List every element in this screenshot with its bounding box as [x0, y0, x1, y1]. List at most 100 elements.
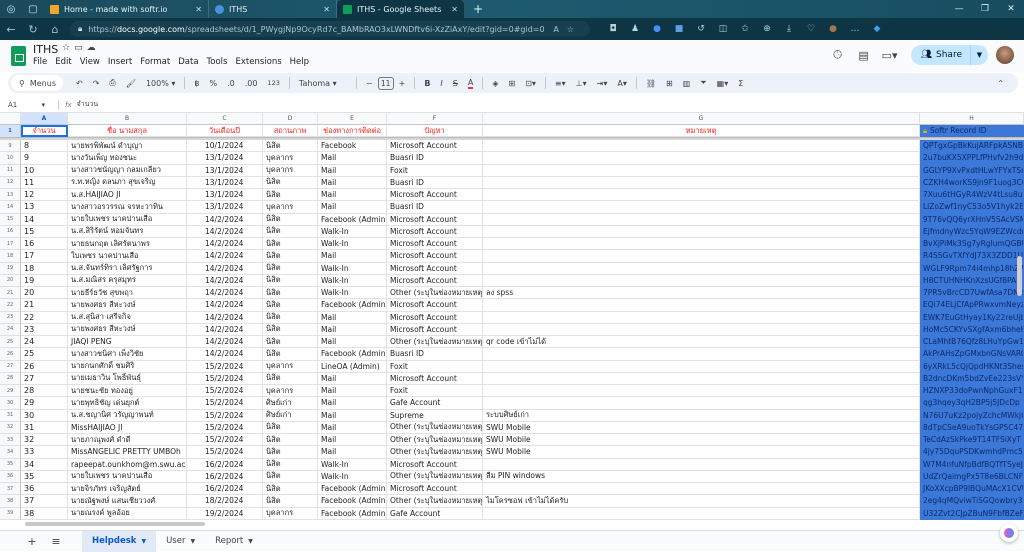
cell-problem[interactable]: Other (ระบุในช่องหมายเหตุ) — [387, 470, 483, 483]
cell-name[interactable]: น.ส.HAIJIAO JI — [68, 189, 187, 202]
header-cell-name[interactable]: ชื่อ นามสกุล — [68, 125, 187, 138]
cell-count[interactable]: 25 — [21, 348, 68, 361]
cell-softr-id[interactable]: GGLYP9XvPxdtHLwYFYxTSm — [920, 164, 1024, 177]
row-number[interactable]: 38 — [0, 495, 21, 508]
more-icon[interactable]: … — [844, 24, 866, 34]
borders-icon[interactable]: ⊞ — [509, 79, 516, 88]
cell-name[interactable]: rapeepat.ounkhom@m.swu.ac.th — [68, 458, 187, 471]
cell-date[interactable]: 19/2/2024 — [187, 507, 263, 520]
row-number[interactable]: 14 — [0, 201, 21, 214]
cell-problem[interactable]: Microsoft Account — [387, 323, 483, 336]
cell-date[interactable]: 15/2/2024 — [187, 397, 263, 410]
column-header-b[interactable]: B — [68, 113, 187, 125]
cell-channel[interactable]: Mail — [318, 409, 387, 422]
cell-channel[interactable]: Facebook — [318, 140, 387, 153]
cell-problem[interactable]: Microsoft Account — [387, 311, 483, 324]
cell-date[interactable]: 15/2/2024 — [187, 434, 263, 447]
bold-icon[interactable]: B — [424, 79, 430, 88]
menu-extensions[interactable]: Extensions — [235, 57, 281, 67]
column-header-c[interactable]: C — [187, 113, 263, 125]
cell-problem[interactable]: Foxit — [387, 360, 483, 373]
cell-note[interactable]: qr code เข้าไม่ได้ — [483, 336, 920, 349]
cell-problem[interactable]: Gafe Account — [387, 507, 483, 520]
cell-status[interactable]: บุคลากร — [263, 201, 318, 214]
header-cell-note[interactable]: หมายเหตุ — [483, 125, 920, 138]
cell-name[interactable]: นายณัฐพงษ์ แสนเชียววงศ์ — [68, 495, 187, 508]
row-number[interactable]: 19 — [0, 262, 21, 275]
cell-channel[interactable]: Walk-In — [318, 470, 387, 483]
cell-date[interactable]: 15/2/2024 — [187, 421, 263, 434]
cell-problem[interactable]: Microsoft Account — [387, 140, 483, 153]
cell-channel[interactable]: Mail — [318, 434, 387, 447]
cell-channel[interactable]: Mail — [318, 323, 387, 336]
cell-name[interactable]: นายชนะชัย ทองอยู่ — [68, 385, 187, 398]
text-rotation-icon[interactable]: A▾ — [617, 79, 627, 88]
workspaces-icon[interactable]: ◎ — [0, 0, 22, 18]
move-folder-icon[interactable]: ▭ — [74, 43, 87, 53]
cell-count[interactable]: 34 — [21, 458, 68, 471]
cell-channel[interactable]: Mail — [318, 189, 387, 202]
cell-date[interactable]: 15/2/2024 — [187, 360, 263, 373]
row-number[interactable]: 24 — [0, 323, 21, 336]
cell-count[interactable]: 9 — [21, 152, 68, 165]
currency-format-button[interactable]: ฿ — [194, 79, 199, 88]
cell-channel[interactable]: Mail — [318, 446, 387, 459]
row-number[interactable]: 11 — [0, 164, 21, 177]
cell-name[interactable]: นายใบเพชร นาคปานเสือ — [68, 213, 187, 226]
row-number[interactable]: 31 — [0, 409, 21, 422]
cell-note[interactable] — [483, 225, 920, 238]
comments-icon[interactable]: ▤ — [853, 49, 875, 62]
cell-name[interactable]: นายพงศธร สีหะวงษ์ — [68, 323, 187, 336]
cell-problem[interactable]: Microsoft Account — [387, 372, 483, 385]
document-title[interactable]: ITHS — [33, 43, 58, 56]
cell-date[interactable]: 14/2/2024 — [187, 311, 263, 324]
cell-count[interactable]: 15 — [21, 225, 68, 238]
merge-cells-icon[interactable]: ⊡▾ — [525, 79, 536, 88]
cell-softr-id[interactable]: CZKH4worKS9jn9F1uog3CG — [920, 176, 1024, 189]
cell-name[interactable]: ร.ท.หญิง ดลนภา สุขเจริญ — [68, 176, 187, 189]
cell-note[interactable] — [483, 397, 920, 410]
cell-softr-id[interactable]: 6yXRkL5cQjQpdHKNt3Shes — [920, 360, 1024, 373]
cell-note[interactable]: ระบบศิษย์เก่า — [483, 409, 920, 422]
cell-date[interactable]: 13/1/2024 — [187, 189, 263, 202]
cell-status[interactable]: นิสิต — [263, 140, 318, 153]
cell-problem[interactable]: Microsoft Account — [387, 213, 483, 226]
cell-note[interactable] — [483, 360, 920, 373]
collapse-toolbar-icon[interactable]: ⌃ — [997, 79, 1004, 88]
cell-date[interactable]: 14/2/2024 — [187, 250, 263, 263]
profile-avatar[interactable]: ● — [822, 24, 844, 34]
cell-status[interactable]: นิสิต — [263, 238, 318, 251]
cell-softr-id[interactable]: B2dncDKm5bdZvEe223sVYz — [920, 372, 1024, 385]
cell-status[interactable]: นิสิต — [263, 446, 318, 459]
cell-softr-id[interactable]: R4SSGvTXfYdJ73X3ZDD1Uv — [920, 250, 1024, 263]
cell-problem[interactable]: Foxit — [387, 164, 483, 177]
cell-note[interactable] — [483, 140, 920, 153]
cell-note[interactable] — [483, 311, 920, 324]
cell-channel[interactable]: Mail — [318, 201, 387, 214]
cell-channel[interactable]: Walk-In — [318, 225, 387, 238]
cell-problem[interactable]: Other (ระบุในช่องหมายเหตุ) — [387, 336, 483, 349]
copilot-icon[interactable]: ◆ — [866, 24, 888, 34]
cell-softr-id[interactable]: AkPrAHsZpGMxbnGNsVARCD — [920, 348, 1024, 361]
cell-note[interactable] — [483, 201, 920, 214]
spreadsheet-grid[interactable]: A B C D E F G H 1 จำนวน ชื่อ นามสกุล วัน… — [0, 113, 1024, 522]
cell-problem[interactable]: Microsoft Account — [387, 189, 483, 202]
paint-format-icon[interactable]: 🖌︎ — [126, 79, 136, 88]
cell-count[interactable]: 21 — [21, 299, 68, 312]
cell-count[interactable]: 28 — [21, 385, 68, 398]
row-number[interactable]: 12 — [0, 176, 21, 189]
row-number[interactable]: 27 — [0, 360, 21, 373]
cell-date[interactable]: 13/1/2024 — [187, 201, 263, 214]
cell-count[interactable]: 16 — [21, 238, 68, 251]
cell-problem[interactable]: Microsoft Account — [387, 262, 483, 275]
cell-status[interactable]: นิสิต — [263, 189, 318, 202]
cell-channel[interactable]: Mail — [318, 372, 387, 385]
name-box[interactable]: A1 ▾ — [0, 101, 52, 109]
cell-name[interactable]: นายจิรภัทร เจริญสัตย์ — [68, 483, 187, 496]
cell-softr-id[interactable]: BvXjPiMk3Sg7yRglumQGBU — [920, 238, 1024, 251]
cell-softr-id[interactable]: U32Zvt2CJpZBuN9FbfBZeF — [920, 507, 1024, 520]
cell-note[interactable] — [483, 262, 920, 275]
cell-softr-id[interactable]: H8CTUHNHKnXzsUGf8PA1 — [920, 274, 1024, 287]
cell-softr-id[interactable]: EjfmdnyWzc5YqW9EZWcdnE — [920, 225, 1024, 238]
image-extension-icon[interactable]: ■ — [668, 24, 690, 34]
